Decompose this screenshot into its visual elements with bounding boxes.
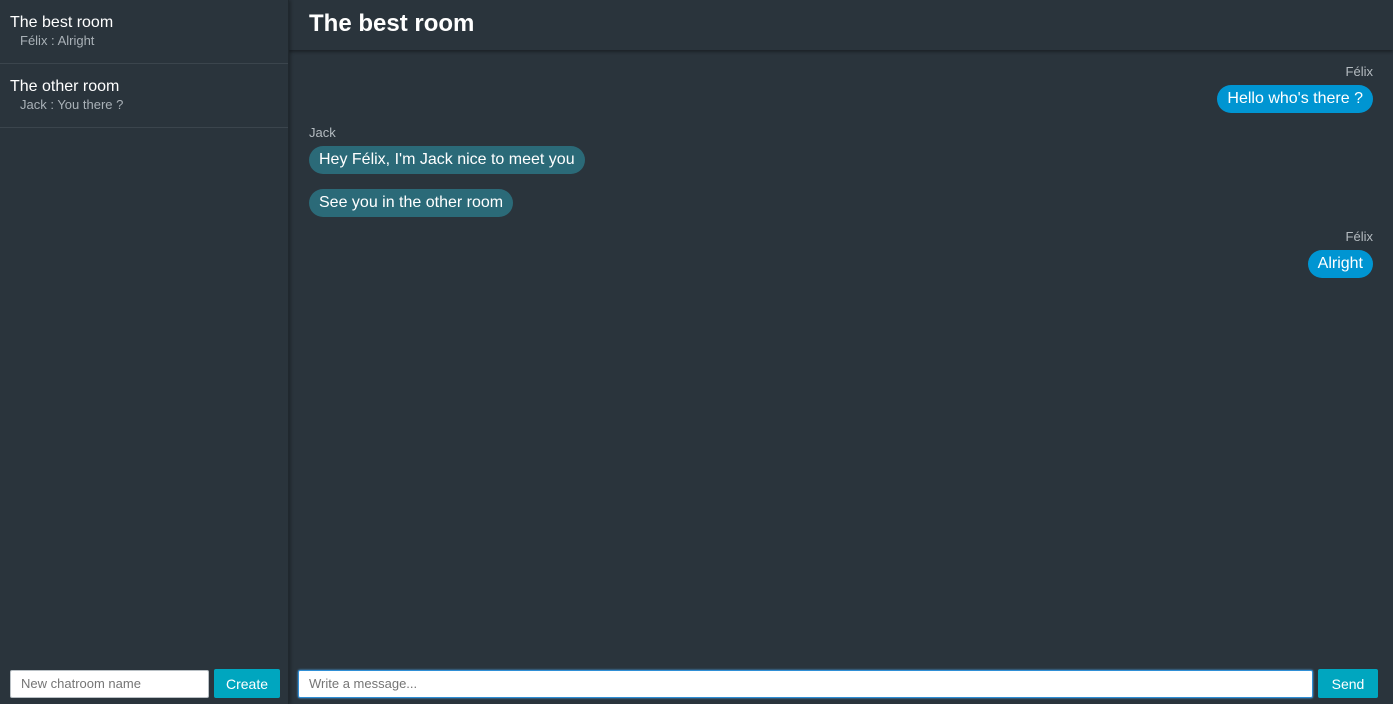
message-author: Jack [309, 125, 336, 140]
message-bubble: See you in the other room [309, 189, 514, 217]
message-list: Félix Hello who's there ? Jack Hey Félix… [309, 64, 1373, 290]
message-author: Félix [1345, 64, 1373, 79]
message-author: Félix [1345, 229, 1373, 244]
message-input[interactable] [298, 669, 1313, 698]
chat-app: The best room Félix : Alright The other … [0, 0, 1393, 704]
new-chatroom-input[interactable] [10, 669, 209, 698]
room-last-message: Jack : You there ? [20, 97, 124, 112]
create-room-button[interactable]: Create [214, 669, 281, 698]
room-name: The best room [10, 14, 114, 31]
message-group: Félix Hello who's there ? [309, 64, 1373, 113]
message-bubble: Hello who's there ? [1217, 85, 1373, 113]
message-group: Félix Alright [309, 229, 1373, 278]
chat-header: The best room [289, 0, 1393, 50]
message-group: Jack Hey Félix, I'm Jack nice to meet yo… [309, 125, 1373, 217]
chat-main: The best room Félix Hello who's there ? … [289, 0, 1393, 704]
message-bubble: Alright [1307, 250, 1373, 278]
message-composer: Send [298, 669, 1378, 698]
new-room-form: Create [10, 669, 281, 698]
room-name: The other room [10, 78, 120, 95]
room-item-best-room[interactable]: The best room Félix : Alright [0, 0, 288, 64]
room-title: The best room [309, 10, 475, 37]
sidebar: The best room Félix : Alright The other … [0, 0, 289, 704]
room-last-message: Félix : Alright [20, 33, 95, 48]
room-item-other-room[interactable]: The other room Jack : You there ? [0, 64, 288, 128]
message-bubble: Hey Félix, I'm Jack nice to meet you [309, 146, 585, 174]
send-button[interactable]: Send [1318, 669, 1378, 698]
